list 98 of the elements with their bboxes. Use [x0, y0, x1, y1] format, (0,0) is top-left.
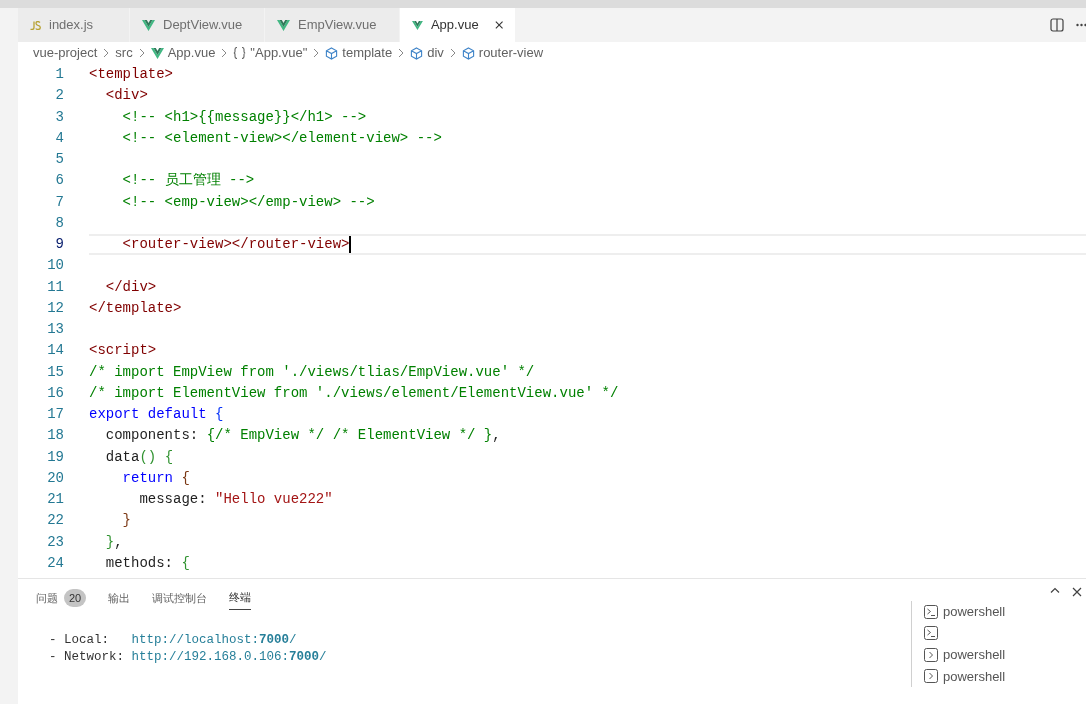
breadcrumb-item[interactable]: template: [342, 43, 393, 63]
code-text: components:: [104, 426, 200, 446]
line-number: 4: [54, 128, 64, 148]
terminal-list-item[interactable]: powershell: [924, 601, 1086, 623]
chevron-icon: [449, 48, 456, 58]
code-text: ,: [114, 532, 123, 552]
breadcrumb-item[interactable]: "App.vue": [250, 43, 308, 63]
terminal-list-item[interactable]: powershell: [924, 665, 1086, 687]
split-editor-icon[interactable]: [1050, 18, 1064, 32]
vue-file-icon: [412, 19, 423, 31]
editor-tab[interactable]: App.vue: [400, 8, 515, 42]
terminal-line: - Local: http://localhost:7000/: [48, 632, 298, 649]
chevron-up-icon[interactable]: [1050, 587, 1060, 593]
line-number: 23: [46, 532, 64, 552]
code-text: return: [121, 468, 174, 488]
cube-icon: [410, 46, 424, 60]
line-number: 8: [54, 213, 64, 233]
code-text: methods:: [104, 553, 174, 573]
breadcrumb-item[interactable]: router-view: [478, 43, 544, 63]
line-number: 1: [54, 65, 64, 85]
code-text: <!-- <element-view></element-view> -->: [121, 128, 442, 148]
braces-icon: [233, 47, 247, 59]
code-text: <template>: [89, 65, 173, 85]
breadcrumb-item[interactable]: vue-project: [33, 43, 98, 63]
code-text: message:: [138, 490, 208, 510]
more-icon[interactable]: [1076, 23, 1086, 27]
terminal-icon: [924, 669, 938, 684]
code-text: "Hello vue222": [215, 490, 333, 510]
terminal-icon: [924, 604, 938, 619]
code-text: ,: [492, 426, 501, 446]
code-text: </div>: [104, 277, 157, 297]
editor-tab[interactable]: EmpView.vue: [265, 8, 400, 42]
line-number: 9: [54, 235, 64, 255]
js-file-icon: [30, 20, 41, 30]
breadcrumb-item[interactable]: App.vue: [167, 43, 216, 63]
code-text: {: [181, 468, 190, 488]
line-number: 3: [54, 107, 64, 127]
line-number: 21: [46, 490, 64, 510]
text-cursor: [349, 236, 351, 254]
cube-icon: [461, 46, 475, 60]
panel-tab[interactable]: 问题 20: [36, 586, 87, 610]
line-number: 18: [46, 426, 64, 446]
line-number: 17: [46, 405, 64, 425]
code-text: <router-view></router-view>: [121, 235, 350, 255]
panel-tab[interactable]: 终端: [229, 586, 252, 610]
code-text: <div>: [104, 86, 148, 106]
code-text: }: [104, 532, 115, 552]
line-number: 13: [46, 320, 64, 340]
code-text: </template>: [89, 298, 182, 318]
code-text: }: [121, 511, 131, 531]
code-text: data: [104, 447, 140, 467]
terminal-list-item[interactable]: powershell: [924, 644, 1086, 666]
breadcrumb-item[interactable]: div: [427, 43, 444, 63]
terminal-icon: [924, 626, 938, 641]
breadcrumb-item[interactable]: src: [115, 43, 133, 63]
terminal-icon: [924, 647, 938, 662]
code-text: /* import EmpView from './views/tlias/EmpView.vue' */: [89, 362, 535, 382]
code-text: {: [215, 405, 224, 425]
line-number: 7: [54, 192, 64, 212]
code-text: () {: [139, 447, 174, 467]
line-number: 24: [46, 553, 64, 573]
chevron-icon: [103, 48, 110, 58]
code-text: <!-- <emp-view></emp-view> -->: [121, 192, 375, 212]
editor-tab[interactable]: index.js: [18, 8, 130, 42]
vue-file-icon: [142, 19, 155, 31]
line-number: 5: [54, 150, 64, 170]
panel-tab[interactable]: 输出: [108, 586, 131, 610]
line-number: 10: [46, 256, 64, 276]
code-text: /* import ElementView from './views/element/ElementView.vue' */: [89, 383, 619, 403]
code-text: <!-- 员工管理 -->: [121, 171, 255, 191]
chevron-icon: [398, 48, 405, 58]
line-number: 22: [46, 511, 64, 531]
code-text: <!-- <h1>{{message}}</h1> -->: [121, 107, 367, 127]
line-number: 12: [46, 298, 64, 318]
line-number: 11: [46, 277, 64, 297]
chevron-icon: [221, 48, 228, 58]
line-number: 2: [54, 86, 64, 106]
terminal-line: - Network: http://192.168.0.106:7000/: [48, 649, 328, 666]
line-number: 19: [46, 447, 64, 467]
panel-tab[interactable]: 调试控制台: [152, 586, 208, 610]
code-text: <script>: [89, 341, 157, 361]
chevron-icon: [313, 48, 320, 58]
vue-file-icon: [277, 19, 290, 31]
line-number: 16: [46, 383, 64, 403]
code-text: export default: [89, 405, 208, 425]
close-icon[interactable]: [1072, 587, 1082, 597]
line-number: 15: [46, 362, 64, 382]
line-number: 6: [54, 171, 64, 191]
cube-icon: [325, 46, 339, 60]
code-text: {: [181, 553, 190, 573]
chevron-icon: [138, 48, 145, 58]
line-number: 14: [46, 341, 64, 361]
vue-file-icon: [150, 47, 164, 59]
code-text: {/* EmpView */ /* ElementView */ }: [206, 426, 493, 446]
count-badge: 20: [64, 588, 87, 608]
line-number: 20: [46, 468, 64, 488]
editor-tab[interactable]: DeptView.vue: [130, 8, 265, 42]
close-icon[interactable]: [494, 20, 503, 30]
